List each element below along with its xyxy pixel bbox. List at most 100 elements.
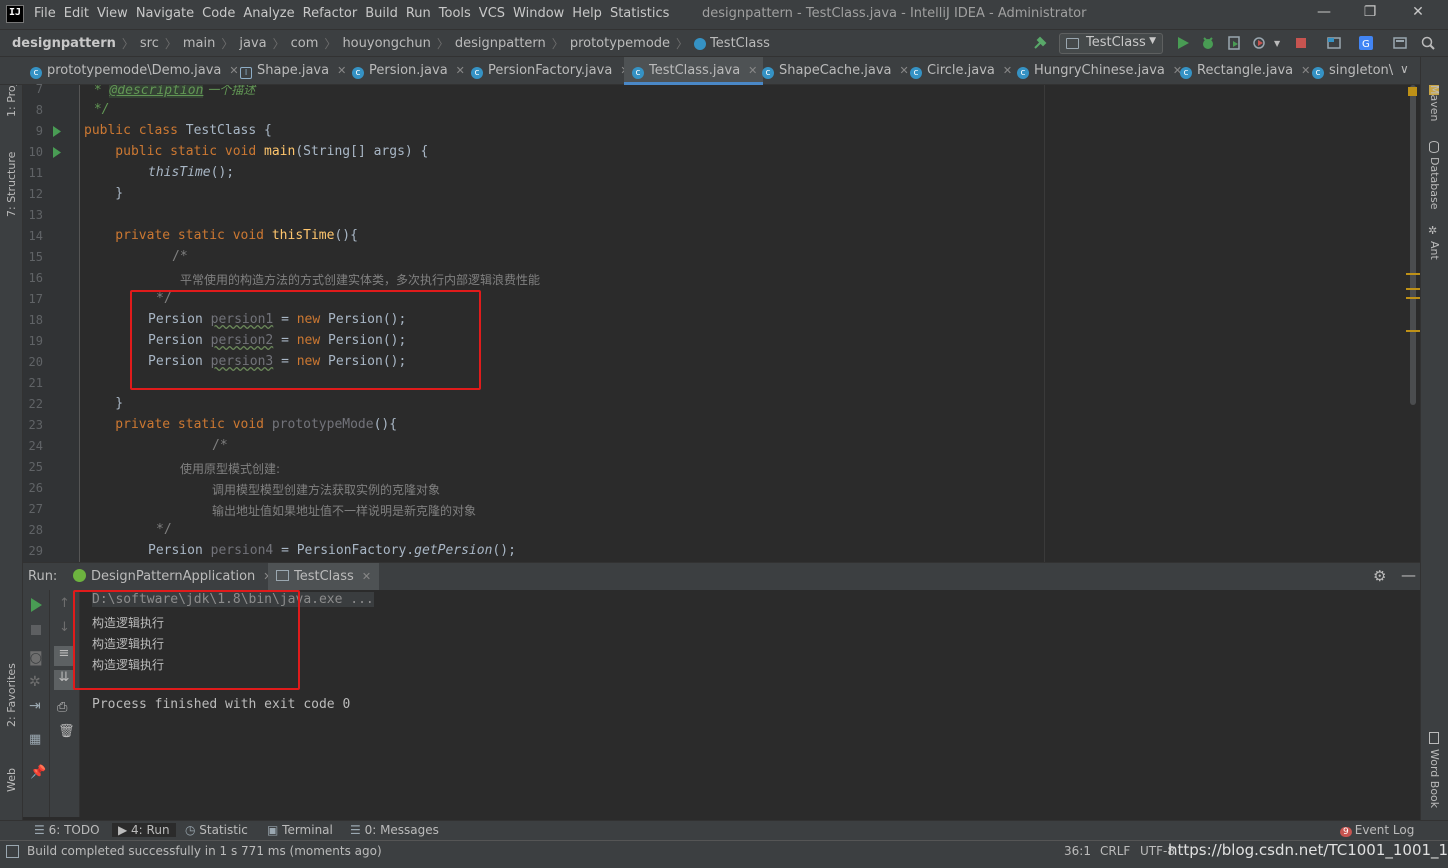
code-editor[interactable]: * @description 一个描述 */ public class Test…: [80, 85, 1406, 562]
tab-demo[interactable]: c prototypemode\Demo.java ✕: [30, 57, 239, 85]
menu-run[interactable]: Run: [406, 6, 438, 21]
line-separator[interactable]: CRLF: [1100, 844, 1130, 858]
toggle-tool-windows-icon[interactable]: [6, 845, 19, 858]
tab-circle[interactable]: c Circle.java ✕: [910, 57, 1012, 85]
menu-vcs[interactable]: VCS: [479, 6, 512, 21]
run-gutter-icon[interactable]: [52, 147, 62, 158]
scroll-up-icon[interactable]: ↑: [59, 596, 70, 611]
menu-refactor[interactable]: Refactor: [303, 6, 365, 21]
web-tool-button[interactable]: Web: [5, 768, 18, 792]
event-log-tool-button[interactable]: 9 Event Log: [1340, 823, 1414, 837]
exit-icon[interactable]: ⇥: [29, 698, 41, 714]
print-icon[interactable]: ⎙: [57, 700, 67, 715]
todo-tool-button[interactable]: ☰ 6: TODO: [34, 823, 100, 837]
tab-testclass[interactable]: c TestClass.java ✕: [624, 57, 764, 85]
breadcrumb-prototypemode[interactable]: prototypemode: [570, 36, 670, 51]
menu-help[interactable]: Help: [572, 6, 609, 21]
tabs-overflow-chevron-icon[interactable]: ∨: [1400, 62, 1409, 76]
statistic-tool-button[interactable]: ◷ Statistic: [185, 823, 248, 837]
debug-bug-icon[interactable]: ✲: [29, 674, 41, 690]
tab-designpatternapplication[interactable]: DesignPatternApplication✕: [73, 569, 273, 584]
menu-window[interactable]: Window: [513, 6, 571, 21]
run-configuration-select[interactable]: TestClass ▼: [1059, 33, 1163, 54]
warning-marker[interactable]: [1406, 273, 1420, 275]
breadcrumb-houyongchun[interactable]: houyongchun: [342, 36, 430, 51]
word-book-tool-button[interactable]: Word Book: [1428, 749, 1441, 808]
menu-file[interactable]: File: [34, 6, 63, 21]
warning-marker[interactable]: [1406, 288, 1420, 290]
stop-icon[interactable]: [31, 625, 41, 635]
breadcrumb-project[interactable]: designpattern: [12, 36, 116, 51]
scroll-down-icon[interactable]: ↓: [59, 620, 70, 635]
tab-persionfactory[interactable]: cPersionFactory.java✕: [471, 57, 630, 85]
menu-edit[interactable]: Edit: [64, 6, 96, 21]
intellij-logo-icon[interactable]: IJ: [6, 5, 24, 23]
menu-view[interactable]: View: [97, 6, 135, 21]
tab-rectangle[interactable]: c Rectangle.java ✕: [1180, 57, 1310, 85]
hide-panel-icon[interactable]: —: [1401, 566, 1416, 584]
tab-run-testclass[interactable]: TestClass ✕: [268, 563, 380, 591]
build-hammer-icon[interactable]: [1032, 35, 1048, 51]
favorites-tool-button[interactable]: 2: Favorites: [5, 663, 18, 727]
profile-icon[interactable]: [1252, 35, 1268, 51]
structure-tool-button[interactable]: 7: Structure: [5, 152, 18, 217]
breadcrumb-designpattern[interactable]: designpattern: [455, 36, 546, 51]
close-icon[interactable]: ✕: [362, 570, 371, 583]
camera-icon[interactable]: ◙: [29, 650, 43, 666]
tab-hungrychinese[interactable]: c HungryChinese.java ✕: [1017, 57, 1182, 85]
settings-gear-icon[interactable]: ⚙: [1373, 567, 1386, 585]
close-icon[interactable]: ✕: [1003, 64, 1012, 77]
caret-position[interactable]: 36:1: [1064, 844, 1091, 858]
close-icon[interactable]: ✕: [900, 64, 909, 77]
terminal-tool-button[interactable]: ▣ Terminal: [267, 823, 333, 837]
breadcrumb-src[interactable]: src: [140, 36, 159, 51]
scroll-to-end-icon[interactable]: ⇊: [54, 670, 74, 690]
profile-dropdown-icon[interactable]: ▼: [1274, 39, 1280, 48]
soft-wrap-icon[interactable]: ≡: [54, 646, 74, 666]
debug-icon[interactable]: [1200, 35, 1216, 51]
close-icon[interactable]: ✕: [1301, 64, 1310, 77]
tab-shape[interactable]: I Shape.java ✕: [240, 57, 346, 85]
presentation-mode-icon[interactable]: [1392, 35, 1408, 51]
close-window-icon[interactable]: ✕: [1406, 4, 1430, 26]
run-console[interactable]: D:\software\jdk\1.8\bin\java.exe ... 构造逻…: [73, 590, 1420, 817]
run-tool-button[interactable]: ▶ 4: Run: [112, 823, 176, 837]
menu-analyze[interactable]: Analyze: [243, 6, 301, 21]
minimize-icon[interactable]: —: [1312, 4, 1336, 26]
close-icon[interactable]: ✕: [229, 64, 238, 77]
menu-statistics[interactable]: Statistics: [610, 6, 676, 21]
maven-tool-button[interactable]: Maven: [1428, 85, 1441, 121]
translate-icon[interactable]: G: [1358, 35, 1374, 51]
inspection-status-icon[interactable]: [1408, 87, 1417, 96]
messages-tool-button[interactable]: ☰ 0: Messages: [350, 823, 439, 837]
layout-icon[interactable]: ▦: [29, 732, 41, 747]
close-icon[interactable]: ✕: [337, 64, 346, 77]
close-icon[interactable]: ✕: [456, 64, 465, 77]
warning-marker[interactable]: [1406, 330, 1420, 332]
editor-scrollbar[interactable]: [1406, 85, 1420, 562]
tab-shapecache[interactable]: c ShapeCache.java ✕: [762, 57, 909, 85]
search-everywhere-icon[interactable]: [1420, 35, 1436, 51]
menu-tools[interactable]: Tools: [439, 6, 478, 21]
menu-navigate[interactable]: Navigate: [136, 6, 201, 21]
project-structure-icon[interactable]: [1326, 35, 1342, 51]
stop-icon[interactable]: [1293, 35, 1309, 51]
run-icon[interactable]: [1175, 35, 1191, 51]
restore-icon[interactable]: ❐: [1358, 4, 1382, 26]
breadcrumb-main[interactable]: main: [183, 36, 215, 51]
run-gutter-icon[interactable]: [52, 126, 62, 137]
breadcrumb-com[interactable]: com: [291, 36, 319, 51]
close-icon[interactable]: ✕: [748, 64, 757, 77]
menu-build[interactable]: Build: [365, 6, 405, 21]
pin-icon[interactable]: 📌: [30, 765, 46, 780]
warning-marker[interactable]: [1406, 297, 1420, 299]
scroll-thumb[interactable]: [1410, 85, 1416, 405]
database-tool-button[interactable]: Database: [1428, 157, 1441, 210]
breadcrumb-java[interactable]: java: [239, 36, 266, 51]
menu-code[interactable]: Code: [202, 6, 242, 21]
coverage-icon[interactable]: [1226, 35, 1242, 51]
breadcrumb-testclass[interactable]: TestClass: [710, 36, 770, 51]
ant-tool-button[interactable]: Ant: [1428, 241, 1441, 260]
tab-persion[interactable]: c Persion.java ✕: [352, 57, 465, 85]
rerun-icon[interactable]: [30, 598, 43, 612]
